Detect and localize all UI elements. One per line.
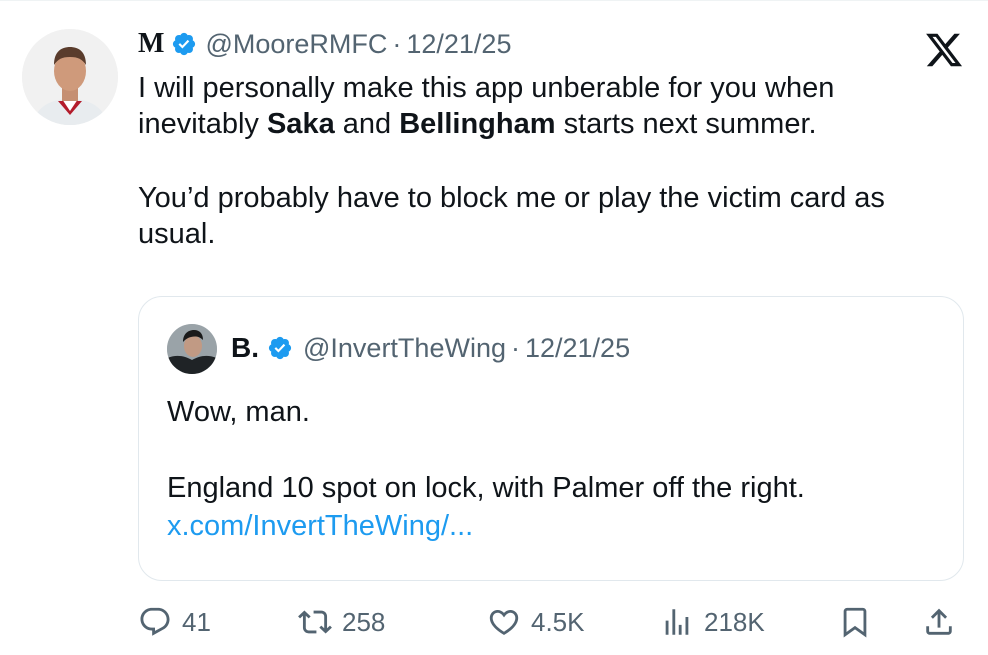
verified-badge-icon [268,336,292,360]
share-icon [926,608,952,635]
quoted-line-1: Wow, man. [167,396,310,428]
top-divider [0,0,988,1]
like-count: 4.5K [531,606,585,637]
reply-button[interactable]: 41 [138,600,211,644]
tweet-action-bar: 41 258 4.5K 218K [0,600,988,644]
verified-badge-icon [173,32,196,56]
text-segment: and [334,108,400,140]
tweet-header: M @MooreRMFC · 12/21/25 [138,24,511,64]
share-button[interactable] [922,600,956,644]
quoted-tweet-header: B. @InvertTheWing · 12/21/25 [231,327,630,369]
quoted-tweet-text: Wow, man. England 10 spot on lock, with … [167,393,947,545]
quoted-author-name[interactable]: B. [231,332,259,364]
reply-icon [140,607,170,636]
repost-count: 258 [342,606,386,637]
tweet-text: I will personally make this app unberabl… [138,70,958,252]
views-button[interactable]: 218K [660,600,765,644]
quoted-tweet-date[interactable]: 12/21/25 [525,333,630,364]
reply-count: 41 [182,606,211,637]
quoted-avatar-photo [167,324,217,374]
bookmark-button[interactable] [838,600,872,644]
quoted-author-handle[interactable]: @InvertTheWing [303,333,506,364]
views-count: 218K [704,606,765,637]
repost-button[interactable]: 258 [298,600,385,644]
header-separator: · [392,28,402,59]
author-handle[interactable]: @MooreRMFC [205,29,387,60]
author-name[interactable]: M [138,28,164,60]
quoted-line-2: England 10 spot on lock, with Palmer off… [167,472,805,504]
tweet-date[interactable]: 12/21/25 [406,29,511,60]
avatar-photo [22,29,118,125]
quoted-tweet-card[interactable]: B. @InvertTheWing · 12/21/25 Wow, man. E… [138,296,964,581]
quoted-header-separator: · [510,332,520,363]
author-avatar[interactable] [22,29,118,125]
quoted-tweet-link[interactable]: x.com/InvertTheWing/... [167,510,473,542]
like-button[interactable]: 4.5K [487,600,585,644]
bold-name-bellingham: Bellingham [399,108,556,140]
repost-icon [298,610,332,634]
bold-name-saka: Saka [266,108,335,140]
x-logo-icon [926,33,963,67]
quoted-author-avatar[interactable] [167,324,217,374]
tweet-paragraph-1: I will personally make this app unberabl… [138,70,958,142]
views-icon [665,609,689,635]
text-segment: starts next summer. [555,108,817,140]
bookmark-icon [843,607,867,638]
tweet-paragraph-2: You’d probably have to block me or play … [138,182,885,250]
heart-icon [489,609,519,635]
